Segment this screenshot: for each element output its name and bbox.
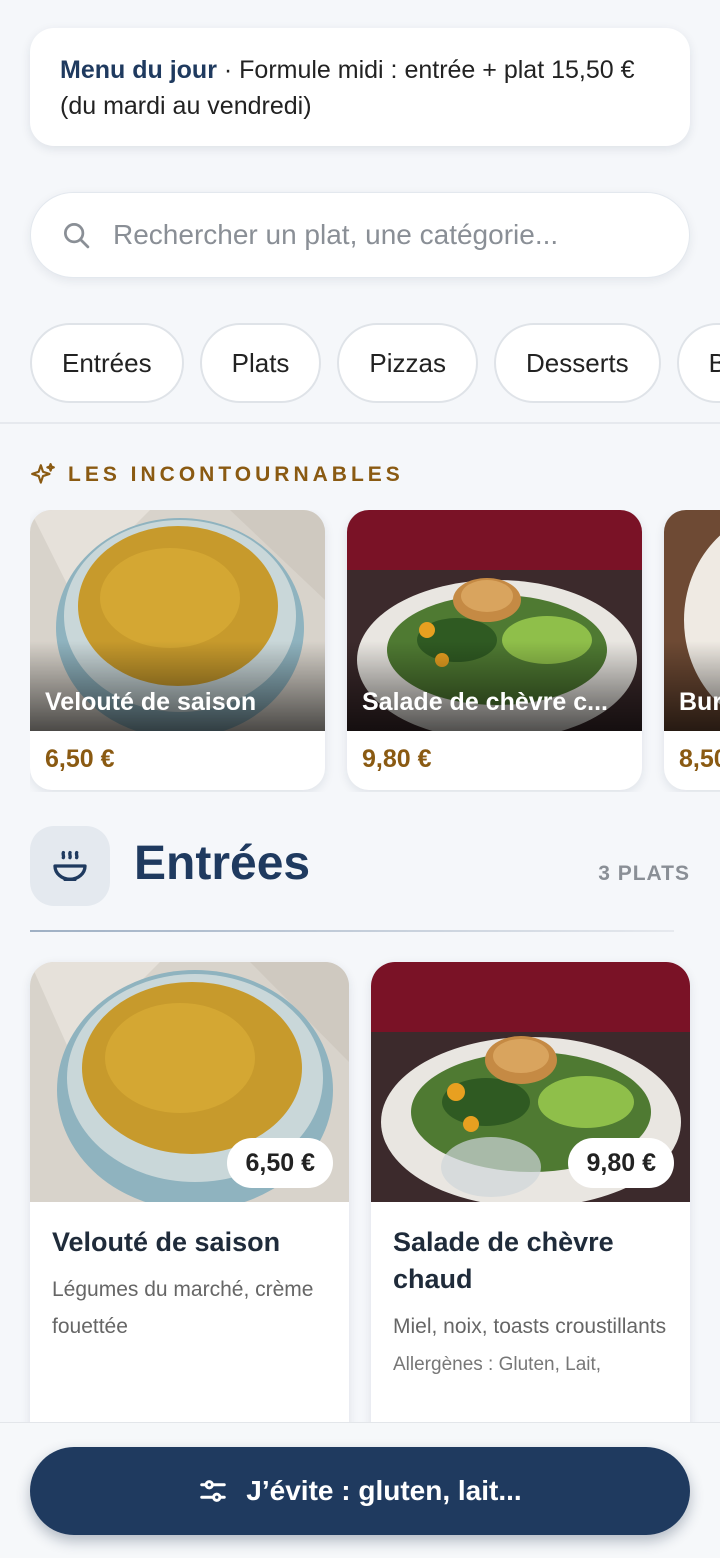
featured-title: Burger [679,688,720,716]
dish-description: Légumes du marché, crème fouettée [52,1278,314,1338]
dish-photo-salade: 9,80 € [371,962,690,1202]
featured-price: 9,80 € [362,745,432,773]
featured-label: LES INCONTOURNABLES [30,460,404,490]
dish-allergens: Allergènes : Gluten, Lait, [393,1354,602,1375]
section-title: Entrées [134,837,311,890]
search-input[interactable] [113,219,673,251]
featured-title: Salade de chèvre c... [362,688,608,716]
divider [0,422,720,424]
dish-photo-veloute: 6,50 € [30,962,349,1202]
featured-card[interactable]: Velouté de saison 6,50 € [30,510,325,790]
featured-price: 6,50 € [45,745,115,773]
chip-plats[interactable]: Plats [199,323,322,403]
search-bar[interactable] [30,192,690,278]
price-badge: 6,50 € [227,1138,333,1188]
sliders-icon [200,1480,227,1502]
section-divider [30,930,674,932]
notice-separator: · [216,56,240,84]
featured-carousel: Velouté de saison 6,50 € Salade de chèvr… [30,510,720,792]
daily-menu-notice: Menu du jour · Formule midi : entrée + p… [30,28,690,146]
dish-photo-burger: Burger [664,510,720,731]
dish-name: Velouté de saison [52,1227,281,1257]
dish-name: Salade de chèvre chaud [393,1227,614,1294]
featured-title: Velouté de saison [45,688,257,716]
chip-boissons[interactable]: Boissons [676,323,720,403]
notice-title: Menu du jour [60,56,217,84]
featured-card[interactable]: Burger 8,50 € [664,510,720,790]
dish-description: Miel, noix, toasts croustillants [393,1315,667,1338]
section-count: 3 PLATS [598,862,690,885]
chip-desserts[interactable]: Desserts [494,323,661,403]
featured-price: 8,50 € [679,745,720,773]
price-badge: 9,80 € [568,1138,674,1188]
dish-photo-salade: Salade de chèvre c... [347,510,642,731]
chip-pizzas[interactable]: Pizzas [337,323,478,403]
dish-photo-veloute: Velouté de saison [30,510,325,731]
chip-entrees[interactable]: Entrées [30,323,184,403]
allergen-filter-button[interactable]: J’évite : gluten, lait... [30,1447,690,1535]
search-icon [64,223,90,249]
soup-bowl-icon [30,826,110,906]
category-chips: EntréesPlatsPizzasDesserts Boissons [30,323,720,405]
sparkles-icon [31,463,55,484]
section-header-entrees: Entrées 3 PLATS [30,826,690,908]
allergen-filter-label: J’évite : gluten, lait... [246,1475,522,1506]
featured-card[interactable]: Salade de chèvre c... 9,80 € [347,510,642,790]
